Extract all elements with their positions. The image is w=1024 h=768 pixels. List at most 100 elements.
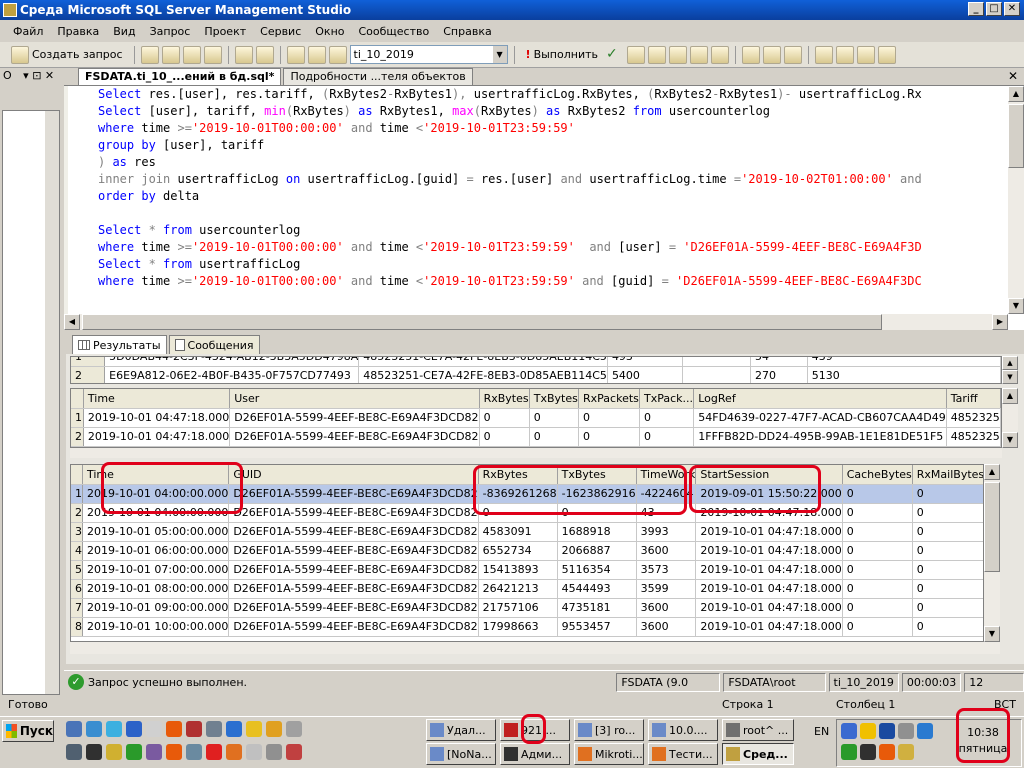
x-icon[interactable]: [86, 744, 102, 760]
results-to-text-icon[interactable]: [742, 45, 760, 64]
table-cell[interactable]: 54FD4639-0227-47F7-ACAD-CB607CAA4D49: [693, 408, 947, 428]
tray-icon[interactable]: [898, 723, 914, 739]
maximize-button[interactable]: □: [986, 2, 1002, 16]
table-cell[interactable]: 0: [842, 579, 913, 599]
app-icon-5[interactable]: [246, 744, 262, 760]
table-cell[interactable]: 2019-10-01 10:00:00.000: [82, 617, 230, 637]
table-cell[interactable]: D26EF01A-5599-4EEF-BE8C-E69A4F3DCD82: [229, 427, 480, 447]
analysis-query-icon[interactable]: [161, 45, 180, 64]
close-button[interactable]: ✕: [1004, 2, 1020, 16]
column-header[interactable]: RxBytes: [479, 389, 530, 409]
table-cell[interactable]: 21757106: [478, 598, 558, 618]
table-cell[interactable]: [682, 366, 751, 383]
menu-window[interactable]: Окно: [308, 25, 351, 38]
table-row[interactable]: 8 2019-10-01 10:00:00.000 D26EF01A-5599-4E…: [71, 617, 983, 637]
task-item[interactable]: [NoNa...: [426, 743, 496, 765]
grid2-hscrollbar[interactable]: [70, 448, 1002, 458]
grid2-scrollbar[interactable]: ▲ ▼: [1002, 388, 1018, 448]
editor-horizontal-scrollbar[interactable]: ◀ ▶: [64, 314, 1008, 330]
row-number[interactable]: 2: [71, 503, 83, 523]
table-cell[interactable]: 2019-10-01 04:47:18.000: [695, 560, 843, 580]
task-item-ssms[interactable]: Сред...: [722, 743, 794, 765]
table-cell[interactable]: D26EF01A-5599-4EEF-BE8C-E69A4F3DCD82: [228, 598, 479, 618]
grid3-scroll-thumb[interactable]: [984, 482, 1000, 572]
table-cell[interactable]: 2019-10-01 04:00:00.000: [82, 484, 230, 504]
menu-edit[interactable]: Правка: [50, 25, 106, 38]
execute-button[interactable]: ! Выполнить: [521, 45, 603, 65]
column-header[interactable]: RxMailBytes: [912, 465, 983, 485]
menu-help[interactable]: Справка: [436, 25, 498, 38]
row-number[interactable]: 2: [71, 427, 84, 447]
remote-app-icon[interactable]: [186, 721, 202, 737]
disconnect-icon[interactable]: [307, 45, 326, 64]
row-number[interactable]: 6: [71, 579, 83, 599]
column-header[interactable]: RxBytes: [478, 465, 558, 485]
parse-checkmark-icon[interactable]: ✓: [606, 46, 624, 64]
table-cell[interactable]: D26EF01A-5599-4EEF-BE8C-E69A4F3DCD82: [228, 579, 479, 599]
table-cell[interactable]: 2019-10-01 06:00:00.000: [82, 541, 230, 561]
tab-results[interactable]: Результаты: [72, 335, 167, 354]
table-cell[interactable]: 0: [529, 408, 580, 428]
scroll-down-icon[interactable]: ▼: [1008, 298, 1024, 314]
result-grid-1[interactable]: 1 5D0DAB44-2C3F-4324-AB12-3B3A5DD4798A 485…: [70, 356, 1002, 384]
table-row[interactable]: 1 2019-10-01 04:00:00.000 D26EF01A-5599-4E…: [71, 484, 983, 504]
table-cell[interactable]: 6552734: [478, 541, 558, 561]
connect-icon[interactable]: [286, 45, 305, 64]
table-row[interactable]: 1 2019-10-01 04:47:18.000 D26EF01A-5599-4E…: [71, 408, 1001, 428]
table-cell[interactable]: 2019-10-01 04:47:18.000: [695, 503, 843, 523]
column-header[interactable]: User: [229, 389, 480, 409]
code-line[interactable]: where time >='2019-10-01T00:00:00' and t…: [68, 120, 1024, 137]
menu-project[interactable]: Проект: [197, 25, 253, 38]
table-cell[interactable]: 2019-10-01 04:47:18.000: [695, 522, 843, 542]
code-line[interactable]: where time >='2019-10-01T00:00:00' and t…: [68, 273, 1024, 290]
table-cell[interactable]: 2019-10-01 09:00:00.000: [82, 598, 230, 618]
code-line[interactable]: [68, 205, 1024, 222]
tray-icon[interactable]: [860, 744, 876, 760]
terminal-icon[interactable]: [146, 721, 162, 737]
open-file-icon[interactable]: [234, 45, 253, 64]
language-indicator[interactable]: EN: [814, 725, 829, 738]
menu-file[interactable]: Файл: [6, 25, 50, 38]
row-number[interactable]: 4: [71, 541, 83, 561]
table-row[interactable]: 2 2019-10-01 04:00:00.000 D26EF01A-5599-4E…: [71, 503, 983, 523]
table-cell[interactable]: 2019-10-01 07:00:00.000: [82, 560, 230, 580]
query-editor[interactable]: Select res.[user], res.tariff, (RxBytes2…: [64, 86, 1024, 330]
table-row[interactable]: 1 5D0DAB44-2C3F-4324-AB12-3B3A5DD4798A 485…: [71, 357, 1001, 367]
table-row[interactable]: 2 2019-10-01 04:47:18.000 D26EF01A-5599-4E…: [71, 427, 1001, 447]
explorer-icon[interactable]: [106, 721, 122, 737]
tab-messages[interactable]: Сообщения: [168, 335, 260, 354]
uncomment-icon[interactable]: [836, 45, 854, 64]
table-cell[interactable]: 0: [912, 541, 983, 561]
include-plan-icon[interactable]: [711, 45, 729, 64]
utorrent-icon[interactable]: [126, 744, 142, 760]
app-icon-1[interactable]: [66, 744, 82, 760]
skype-icon[interactable]: [226, 721, 242, 737]
table-cell[interactable]: 0: [842, 484, 913, 504]
column-header[interactable]: GUID: [228, 465, 479, 485]
table-cell[interactable]: 0: [842, 522, 913, 542]
table-cell[interactable]: 0: [479, 408, 530, 428]
table-cell[interactable]: [682, 357, 751, 367]
table-cell[interactable]: 3599: [636, 579, 697, 599]
xmla-query-icon[interactable]: [203, 45, 222, 64]
menu-community[interactable]: Сообщество: [352, 25, 437, 38]
object-explorer-tree[interactable]: [2, 110, 60, 695]
editor-hscroll-thumb[interactable]: [82, 314, 882, 330]
row-number[interactable]: 2: [71, 366, 106, 383]
task-item[interactable]: Тести...: [648, 743, 718, 765]
code-line[interactable]: Select * from usercounterlog: [68, 222, 1024, 239]
column-header[interactable]: Time: [82, 465, 230, 485]
change-connection-icon[interactable]: [328, 45, 347, 64]
row-number[interactable]: 5: [71, 560, 83, 580]
table-cell[interactable]: 4852325: [946, 408, 1001, 428]
table-cell[interactable]: E6E9A812-06E2-4B0F-B435-0F757CD77493: [104, 366, 360, 383]
filezilla-icon[interactable]: [166, 721, 182, 737]
table-cell[interactable]: 2019-10-01 04:47:18.000: [83, 408, 231, 428]
tray-icon[interactable]: [841, 723, 857, 739]
1c-v8-icon[interactable]: [266, 721, 282, 737]
table-cell[interactable]: 2019-10-01 04:00:00.000: [82, 503, 230, 523]
table-cell[interactable]: 48523251-CE7A-42FE-8EB3-0D85AEB114C5: [358, 366, 608, 383]
row-number[interactable]: 3: [71, 522, 83, 542]
table-cell[interactable]: 0: [842, 560, 913, 580]
grid3-scrollbar[interactable]: ▲ ▼: [984, 464, 1000, 642]
